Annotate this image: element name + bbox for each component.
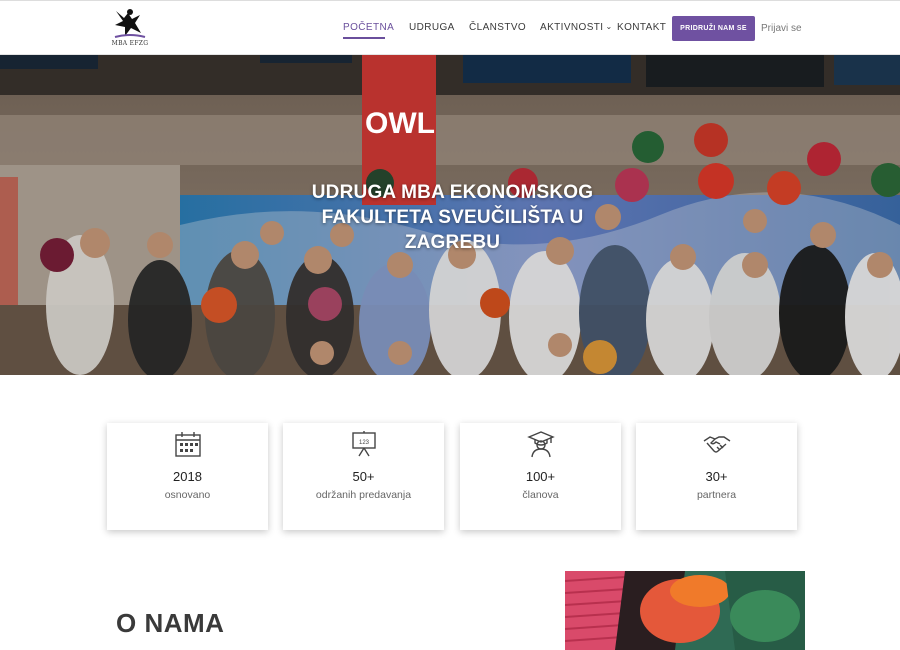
stat-label: partnera xyxy=(696,489,737,501)
logo-icon xyxy=(114,9,146,38)
stat-value: 100+ xyxy=(525,469,556,484)
about-heading: O NAMA xyxy=(116,608,225,638)
nav-item-aktivnosti-label: Aktivnosti xyxy=(540,22,604,33)
about-photo xyxy=(565,571,805,650)
stat-card-founded: 2018 osnovano xyxy=(107,423,268,530)
presentation-board-icon: 123 xyxy=(352,431,376,457)
logo-text: MBA EFZG xyxy=(111,40,149,47)
nav-item-kontakt[interactable]: Kontakt xyxy=(617,22,666,33)
active-nav-underline xyxy=(343,37,385,39)
stat-value: 30+ xyxy=(705,469,728,484)
hero-title: Udruga MBA Ekonomskog Fakulteta Sveučili… xyxy=(311,182,594,253)
stat-card-members: 100+ članova xyxy=(460,423,621,530)
stat-card-partners: 30+ partnera xyxy=(636,423,797,530)
stat-value: 2018 xyxy=(173,469,202,484)
join-button[interactable]: Pridruži nam se xyxy=(672,16,755,41)
hero-section: OWL Udruga MBA Ekonomskog Fakulteta Sveu… xyxy=(0,55,900,375)
handshake-icon xyxy=(703,436,731,453)
stat-label: osnovano xyxy=(164,489,211,501)
hero-banner-text: OWL xyxy=(365,107,435,140)
nav-item-clanstvo[interactable]: Članstvo xyxy=(469,22,526,33)
calendar-icon xyxy=(175,432,201,457)
nav-item-aktivnosti[interactable]: Aktivnosti ⌄ xyxy=(540,22,613,33)
about-image xyxy=(565,571,805,650)
logo[interactable]: MBA EFZG xyxy=(110,7,150,51)
chevron-down-icon: ⌄ xyxy=(605,22,613,31)
stat-label: održanih predavanja xyxy=(315,489,412,501)
login-link[interactable]: Prijavi se xyxy=(761,23,802,34)
nav-item-udruga[interactable]: Udruga xyxy=(409,22,455,33)
graduate-icon xyxy=(527,431,555,458)
stat-label: članova xyxy=(522,489,559,501)
nav-item-pocetna[interactable]: Početna xyxy=(343,22,394,33)
navbar: MBA EFZG Početna Udruga Članstvo Aktivno… xyxy=(0,0,900,55)
board-text: 123 xyxy=(359,440,370,446)
stat-value: 50+ xyxy=(352,469,375,484)
stat-card-lectures: 123 50+ održanih predavanja xyxy=(283,423,444,530)
